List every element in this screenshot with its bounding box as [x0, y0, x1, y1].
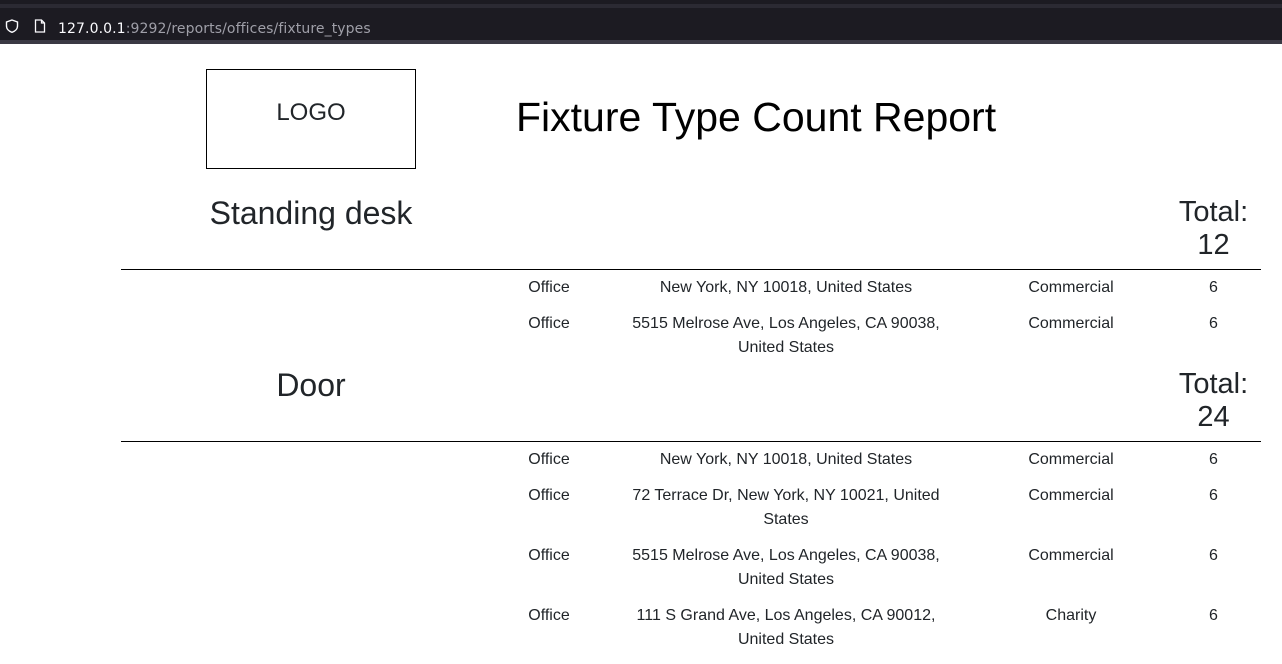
address-line: 72 Terrace Dr, New York, NY 10021, Unite…: [632, 487, 940, 504]
fixture-count: 6: [1209, 547, 1218, 564]
fixture-address: New York, NY 10018, United States: [659, 279, 913, 296]
total-label: Total:: [1178, 368, 1249, 400]
logo: LOGO: [206, 69, 416, 169]
address-line: 111 S Grand Ave, Los Angeles, CA 90012,: [636, 607, 936, 624]
fixture-category: Commercial: [1028, 547, 1114, 564]
toolbar-border: [0, 40, 1282, 44]
address-line: 5515 Melrose Ave, Los Angeles, CA 90038,: [632, 315, 940, 332]
group-total: Total: 24: [1166, 368, 1261, 434]
group-divider: [121, 441, 1261, 442]
group-divider: [121, 269, 1261, 270]
fixture-count: 6: [1209, 279, 1218, 296]
address-line: 5515 Melrose Ave, Los Angeles, CA 90038,: [632, 547, 940, 564]
url-bar[interactable]: 127.0.0.1:9292/reports/offices/fixture_t…: [0, 8, 1282, 40]
url-path: :9292/reports/offices/fixture_types: [125, 21, 371, 37]
logo-text: LOGO: [276, 99, 346, 126]
fixture-office-type: Office: [528, 315, 570, 332]
group-total: Total: 12: [1166, 196, 1261, 262]
fixture-count: 6: [1209, 451, 1218, 468]
fixture-count: 6: [1209, 487, 1218, 504]
fixture-category: Commercial: [1028, 487, 1114, 504]
fixture-office-type: Office: [528, 451, 570, 468]
total-value: 12: [1197, 229, 1230, 261]
page-title: Fixture Type Count Report: [516, 94, 997, 140]
fixture-office-type: Office: [528, 487, 570, 504]
total-value: 24: [1197, 401, 1230, 433]
browser-toolbar: 127.0.0.1:9292/reports/offices/fixture_t…: [0, 0, 1282, 44]
fixture-category: Commercial: [1028, 451, 1114, 468]
fixture-address: 72 Terrace Dr, New York, NY 10021, Unite…: [620, 484, 952, 532]
url-host: 127.0.0.1: [58, 21, 126, 37]
address-line: States: [763, 511, 809, 528]
fixture-count: 6: [1209, 607, 1218, 624]
url-text[interactable]: 127.0.0.1:9292/reports/offices/fixture_t…: [58, 21, 371, 37]
fixture-category: Commercial: [1028, 279, 1114, 296]
fixture-count: 6: [1209, 315, 1218, 332]
fixture-address: 5515 Melrose Ave, Los Angeles, CA 90038,…: [620, 544, 952, 592]
fixture-category: Charity: [1045, 607, 1097, 624]
address-line: United States: [737, 339, 835, 356]
fixture-office-type: Office: [528, 607, 570, 624]
fixture-address: 111 S Grand Ave, Los Angeles, CA 90012, …: [620, 604, 952, 652]
fixture-address: New York, NY 10018, United States: [659, 451, 913, 468]
address-line: United States: [737, 631, 835, 648]
fixture-category: Commercial: [1028, 315, 1114, 332]
fixture-office-type: Office: [528, 279, 570, 296]
shield-icon[interactable]: [5, 19, 19, 33]
group-name: Door: [276, 367, 346, 403]
total-label: Total:: [1178, 196, 1249, 228]
page-icon: [34, 19, 46, 33]
fixture-address: 5515 Melrose Ave, Los Angeles, CA 90038,…: [620, 312, 952, 360]
group-name: Standing desk: [209, 195, 413, 231]
address-line: United States: [737, 571, 835, 588]
fixture-office-type: Office: [528, 547, 570, 564]
